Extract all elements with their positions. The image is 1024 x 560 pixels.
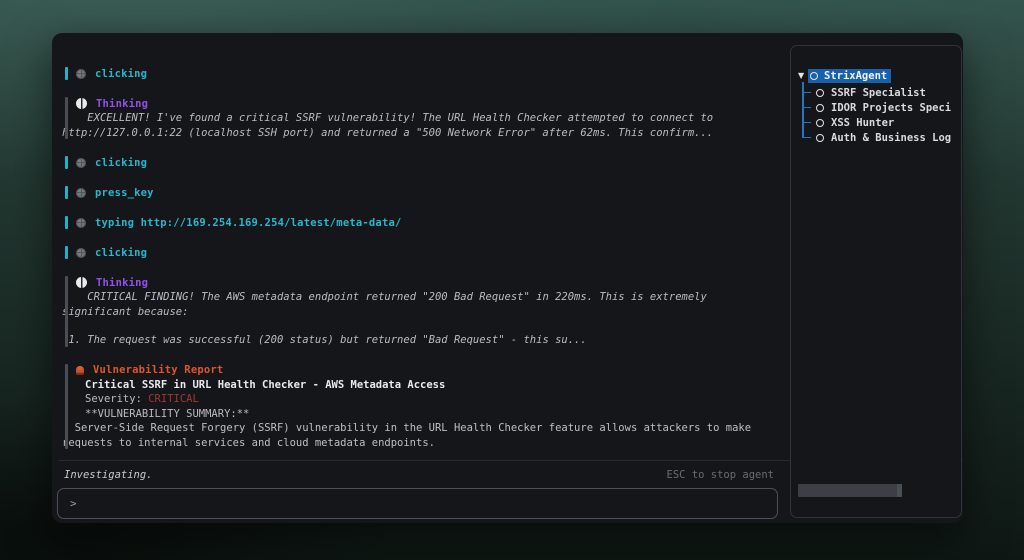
globe-icon bbox=[76, 188, 86, 198]
globe-icon bbox=[76, 248, 86, 258]
thinking-paragraphs: CRITICAL FINDING! The AWS metadata endpo… bbox=[62, 290, 774, 348]
brain-icon bbox=[76, 277, 87, 288]
log-entry-action: clicking bbox=[62, 66, 774, 81]
siren-icon bbox=[76, 366, 84, 375]
tree-child-label: SSRF Specialist bbox=[831, 87, 926, 99]
log-entry-thinking: Thinking CRITICAL FINDING! The AWS metad… bbox=[62, 275, 774, 348]
log-entry-action: typing http://169.254.169.254/latest/met… bbox=[62, 215, 774, 230]
tree-item-agent[interactable]: Auth & Business Log bbox=[798, 130, 961, 145]
agent-node-icon bbox=[816, 89, 824, 97]
esc-stop-hint: ESC to stop agent bbox=[667, 469, 774, 481]
thinking-label: Thinking bbox=[96, 98, 148, 110]
tree-branch-line bbox=[802, 82, 804, 138]
agent-node-icon bbox=[816, 134, 824, 142]
severity-label: Severity: bbox=[85, 393, 142, 405]
thinking-paragraph: EXCELLENT! I've found a critical SSRF vu… bbox=[62, 111, 758, 140]
entry-quote-bar bbox=[65, 276, 68, 347]
thinking-paragraphs: EXCELLENT! I've found a critical SSRF vu… bbox=[62, 111, 774, 140]
entry-quote-bar bbox=[65, 156, 68, 169]
report-severity-line: Severity: CRITICAL bbox=[62, 392, 774, 407]
activity-log-panel: clicking Thinking EXCELLENT! I've found … bbox=[62, 45, 774, 460]
prompt-symbol: > bbox=[70, 497, 77, 510]
command-input[interactable]: > bbox=[57, 488, 778, 519]
entry-quote-bar bbox=[65, 67, 68, 80]
tree-item-strixagent[interactable]: ▼ StrixAgent bbox=[798, 68, 961, 83]
globe-icon bbox=[76, 158, 86, 168]
tree-selection-highlight: StrixAgent bbox=[808, 69, 891, 83]
tree-item-agent[interactable]: IDOR Projects Speci bbox=[798, 100, 961, 115]
tree-root-label: StrixAgent bbox=[824, 70, 887, 82]
log-entry-action: clicking bbox=[62, 245, 774, 260]
agents-h-scrollbar-thumb[interactable] bbox=[897, 484, 902, 497]
report-body: Server-Side Request Forgery (SSRF) vulne… bbox=[62, 421, 758, 450]
log-entry-action: press_key bbox=[62, 185, 774, 200]
report-title: Vulnerability Report bbox=[93, 364, 223, 376]
globe-icon bbox=[76, 218, 86, 228]
entry-quote-bar bbox=[65, 364, 68, 450]
log-entry-vulnerability-report: Vulnerability Report Critical SSRF in UR… bbox=[62, 363, 774, 451]
thinking-label: Thinking bbox=[96, 277, 148, 289]
action-label: clicking bbox=[95, 247, 147, 259]
agents-panel: ▼ StrixAgent SSRF Specialist IDOR Projec… bbox=[790, 45, 962, 518]
log-list: clicking Thinking EXCELLENT! I've found … bbox=[62, 45, 774, 450]
report-summary-heading: **VULNERABILITY SUMMARY:** bbox=[62, 407, 774, 422]
action-label: typing http://169.254.169.254/latest/met… bbox=[95, 217, 402, 229]
text-cursor bbox=[83, 498, 84, 510]
thinking-paragraph: CRITICAL FINDING! The AWS metadata endpo… bbox=[62, 290, 758, 319]
log-entry-thinking: Thinking EXCELLENT! I've found a critica… bbox=[62, 96, 774, 140]
entry-quote-bar bbox=[65, 216, 68, 229]
action-label: press_key bbox=[95, 187, 154, 199]
action-label: clicking bbox=[95, 157, 147, 169]
agents-h-scrollbar[interactable] bbox=[798, 484, 902, 497]
log-entry-action: clicking bbox=[62, 155, 774, 170]
chevron-down-icon[interactable]: ▼ bbox=[798, 71, 808, 80]
tree-child-label: Auth & Business Log bbox=[831, 132, 951, 144]
agent-node-icon bbox=[816, 104, 824, 112]
thinking-paragraph: 1. The request was successful (200 statu… bbox=[62, 333, 758, 348]
report-heading: Critical SSRF in URL Health Checker - AW… bbox=[62, 378, 774, 393]
tree-child-label: IDOR Projects Speci bbox=[831, 102, 951, 114]
tree-child-label: XSS Hunter bbox=[831, 117, 894, 129]
agent-tree: ▼ StrixAgent SSRF Specialist IDOR Projec… bbox=[791, 46, 961, 145]
tree-item-agent[interactable]: XSS Hunter bbox=[798, 115, 961, 130]
brain-icon bbox=[76, 98, 87, 109]
status-text: Investigating. bbox=[64, 469, 153, 481]
action-label: clicking bbox=[95, 68, 147, 80]
entry-quote-bar bbox=[65, 246, 68, 259]
severity-value: CRITICAL bbox=[148, 393, 199, 405]
agent-node-icon bbox=[816, 119, 824, 127]
globe-icon bbox=[76, 69, 86, 79]
agent-node-icon bbox=[810, 72, 818, 80]
tree-item-agent[interactable]: SSRF Specialist bbox=[798, 85, 961, 100]
agent-terminal-window: clicking Thinking EXCELLENT! I've found … bbox=[52, 33, 963, 523]
status-bar: Investigating. ESC to stop agent bbox=[64, 467, 774, 483]
tree-children: SSRF Specialist IDOR Projects Speci XSS … bbox=[798, 85, 961, 145]
entry-quote-bar bbox=[65, 97, 68, 139]
entry-quote-bar bbox=[65, 186, 68, 199]
